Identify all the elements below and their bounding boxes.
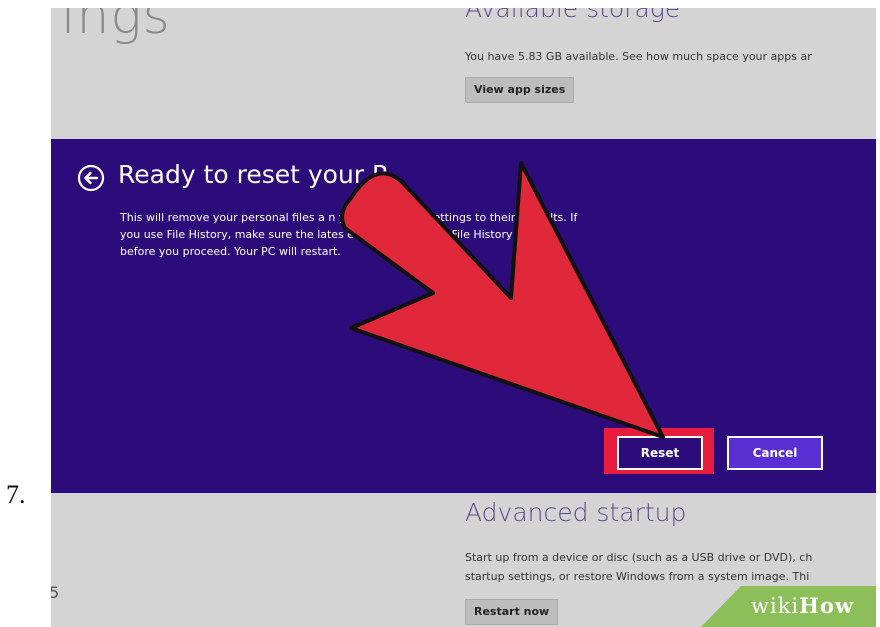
advanced-startup-text: Start up from a device or disc (such as … <box>465 548 812 586</box>
advanced-startup-line: startup settings, or restore Windows fro… <box>465 570 810 583</box>
back-arrow-icon[interactable] <box>77 164 105 192</box>
view-app-sizes-button[interactable]: View app sizes <box>465 77 575 103</box>
advanced-startup-heading: Advanced startup <box>465 498 687 527</box>
cancel-button[interactable]: Cancel <box>727 436 823 470</box>
dialog-message-line: This will remove your personal files a n… <box>120 211 578 224</box>
advanced-startup-line: Start up from a device or disc (such as … <box>465 551 813 564</box>
dialog-message-line: you use File History, make sure the late… <box>120 228 544 241</box>
reset-button[interactable]: Reset <box>617 436 703 470</box>
screenshot-frame: ings Available storage You have 5.83 GB … <box>51 8 876 627</box>
settings-title-fragment: ings <box>61 8 171 46</box>
available-storage-heading: Available storage <box>465 8 681 23</box>
reset-dialog: Ready to reset your P This will remove y… <box>51 139 876 493</box>
step-number: 7. <box>6 480 26 509</box>
dialog-message-line: before you proceed. Your PC will restart… <box>120 245 341 258</box>
wikihow-logo-how: How <box>799 593 855 618</box>
dialog-message: This will remove your personal files a n… <box>120 209 780 260</box>
available-storage-text: You have 5.83 GB available. See how much… <box>465 50 812 63</box>
wikihow-logo-wiki: wiki <box>751 594 800 618</box>
dialog-title: Ready to reset your P <box>118 160 388 189</box>
restart-now-button[interactable]: Restart now <box>465 599 559 625</box>
side-digit: 5 <box>51 583 60 602</box>
wikihow-logo: wikiHow <box>751 593 854 618</box>
